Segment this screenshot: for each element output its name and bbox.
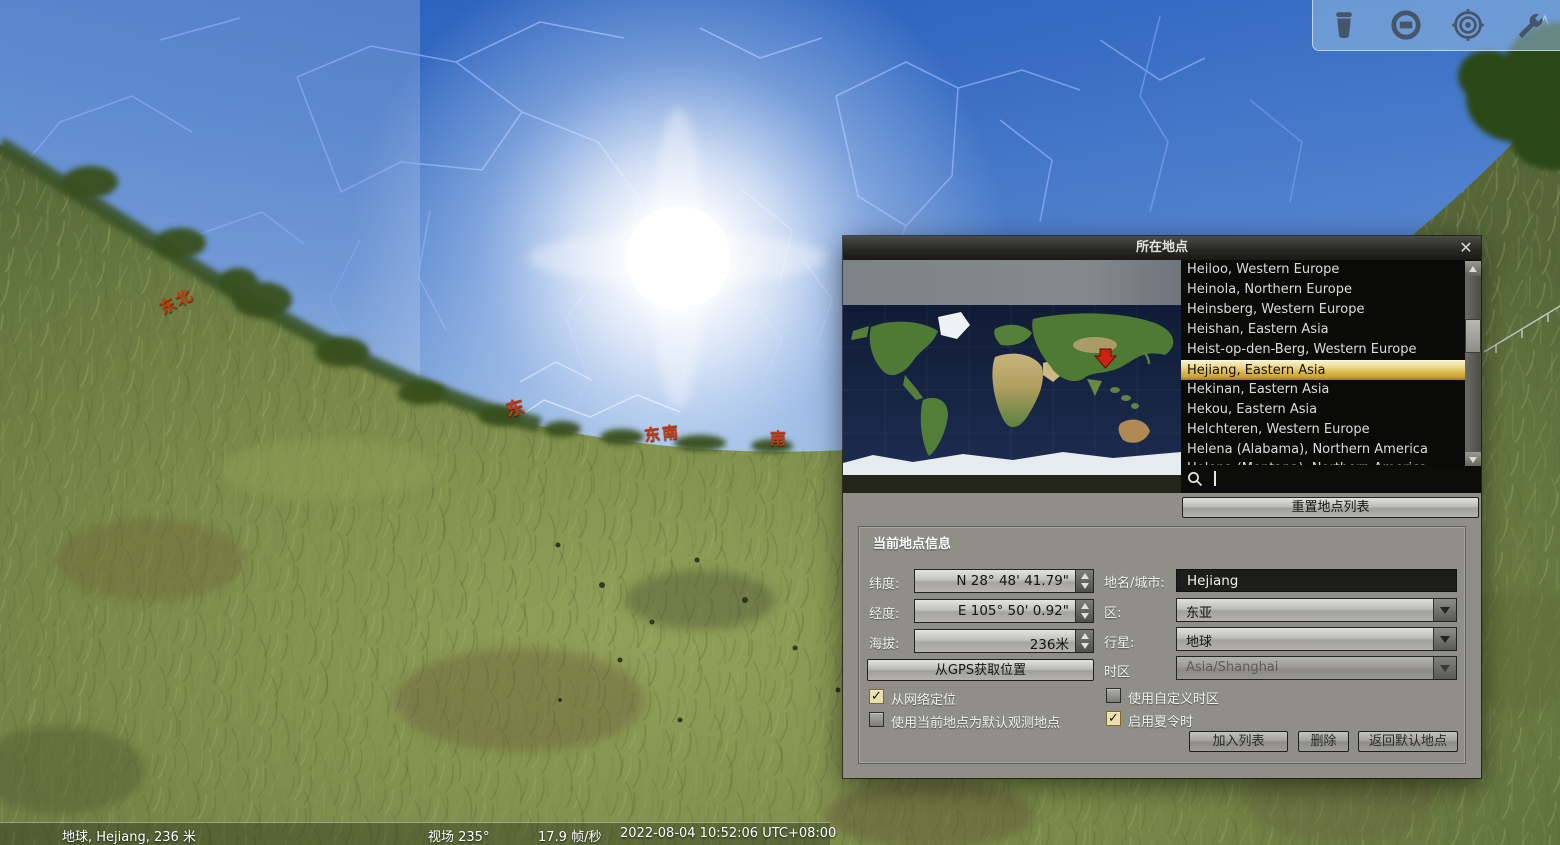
altitude-spinner[interactable]: 236米 bbox=[914, 629, 1094, 653]
default-location-checkbox[interactable] bbox=[869, 712, 884, 727]
default-location-label: 使用当前地点为默认观测地点 bbox=[891, 712, 1060, 731]
gps-button[interactable]: 从GPS获取位置 bbox=[867, 659, 1094, 681]
list-item[interactable]: Heist-op-den-Berg, Western Europe bbox=[1181, 340, 1465, 360]
planet-combo[interactable]: 地球 bbox=[1176, 627, 1457, 651]
list-item-partial[interactable]: Helena (Montana), Northern America bbox=[1181, 460, 1465, 465]
planet-label: 行星: bbox=[1104, 632, 1134, 651]
list-item[interactable]: Hekou, Eastern Asia bbox=[1181, 400, 1465, 420]
wrench-icon[interactable] bbox=[1513, 8, 1547, 42]
dst-label: 启用夏令时 bbox=[1128, 711, 1193, 730]
map-lower-filler bbox=[843, 475, 1181, 493]
status-bar: 地球, Hejiang, 236 米 视场 235° 17.9 帧/秒 2022… bbox=[0, 822, 830, 845]
latitude-spinner[interactable]: N 28° 48' 41.79" bbox=[914, 569, 1094, 593]
city-name-input[interactable] bbox=[1176, 569, 1457, 592]
list-scrollbar[interactable] bbox=[1465, 261, 1481, 467]
status-datetime[interactable]: 2022-08-04 10:52:06 UTC+08:00 bbox=[620, 826, 836, 841]
bucket-icon[interactable] bbox=[1327, 8, 1361, 42]
scrollbar-thumb[interactable] bbox=[1465, 319, 1481, 353]
scroll-up-icon[interactable] bbox=[1465, 261, 1481, 276]
status-location[interactable]: 地球, Hejiang, 236 米 bbox=[62, 826, 196, 845]
list-item[interactable]: Helena (Alabama), Northern America bbox=[1181, 440, 1465, 460]
list-item[interactable]: Heiloo, Western Europe bbox=[1181, 260, 1465, 280]
stellarium-app: 东北 东 东南 南 bbox=[0, 0, 1560, 845]
custom-timezone-label: 使用自定义时区 bbox=[1128, 688, 1219, 707]
dialog-lower-area: 当前地点信息 纬度: N 28° 48' 41.79" 经度: E 105° 5… bbox=[843, 493, 1481, 778]
altitude-label: 海拔: bbox=[869, 633, 899, 652]
list-item[interactable]: Helchteren, Western Europe bbox=[1181, 420, 1465, 440]
group-title: 当前地点信息 bbox=[873, 533, 951, 552]
chevron-down-icon[interactable] bbox=[1433, 599, 1456, 621]
map-letterbox bbox=[843, 260, 1181, 305]
spinner-arrows-icon[interactable] bbox=[1075, 600, 1093, 622]
return-default-button[interactable]: 返回默认地点 bbox=[1358, 731, 1458, 752]
circle-slot-icon[interactable] bbox=[1389, 8, 1423, 42]
corner-toolbar bbox=[1312, 0, 1560, 51]
text-cursor bbox=[1214, 471, 1216, 486]
search-icon bbox=[1187, 471, 1204, 488]
delete-button[interactable]: 删除 bbox=[1298, 731, 1349, 752]
latitude-label: 纬度: bbox=[869, 573, 899, 592]
location-search[interactable] bbox=[1181, 466, 1481, 493]
add-to-list-button[interactable]: 加入列表 bbox=[1189, 731, 1288, 752]
location-list: Heiloo, Western EuropeHeinola, Northern … bbox=[1181, 260, 1481, 466]
network-locate-label: 从网络定位 bbox=[891, 689, 956, 708]
longitude-label: 经度: bbox=[869, 603, 899, 622]
world-map[interactable] bbox=[843, 305, 1181, 475]
target-icon[interactable] bbox=[1451, 8, 1485, 42]
list-item[interactable]: Heinsberg, Western Europe bbox=[1181, 300, 1465, 320]
region-label: 区: bbox=[1104, 602, 1121, 621]
chevron-down-icon[interactable] bbox=[1433, 628, 1456, 650]
dst-checkbox[interactable]: ✓ bbox=[1106, 711, 1121, 726]
list-item[interactable]: Hejiang, Eastern Asia bbox=[1181, 360, 1465, 380]
location-dialog: 所在地点 ✕ bbox=[843, 236, 1481, 778]
spinner-arrows-icon[interactable] bbox=[1075, 630, 1093, 652]
list-item[interactable]: Heinola, Northern Europe bbox=[1181, 280, 1465, 300]
dialog-upper-area: Heiloo, Western EuropeHeinola, Northern … bbox=[843, 260, 1481, 493]
custom-timezone-checkbox[interactable] bbox=[1106, 688, 1121, 703]
scroll-down-icon[interactable] bbox=[1465, 452, 1481, 467]
current-location-groupbox: 当前地点信息 纬度: N 28° 48' 41.79" 经度: E 105° 5… bbox=[858, 526, 1466, 764]
cardinal-southeast: 东南 bbox=[643, 418, 681, 446]
longitude-spinner[interactable]: E 105° 50' 0.92" bbox=[914, 599, 1094, 623]
cardinal-south: 南 bbox=[770, 425, 788, 449]
reset-list-button[interactable]: 重置地点列表 bbox=[1182, 497, 1479, 518]
spinner-arrows-icon[interactable] bbox=[1075, 570, 1093, 592]
chevron-down-icon bbox=[1433, 657, 1456, 679]
region-combo[interactable]: 东亚 bbox=[1176, 598, 1457, 622]
status-fps[interactable]: 17.9 帧/秒 bbox=[538, 826, 601, 845]
close-icon[interactable]: ✕ bbox=[1456, 238, 1476, 258]
list-item[interactable]: Hekinan, Eastern Asia bbox=[1181, 380, 1465, 400]
status-fov[interactable]: 视场 235° bbox=[428, 826, 489, 845]
timezone-combo: Asia/Shanghai bbox=[1176, 656, 1457, 680]
list-item[interactable]: Heishan, Eastern Asia bbox=[1181, 320, 1465, 340]
network-locate-checkbox[interactable]: ✓ bbox=[869, 689, 884, 704]
dialog-title: 所在地点 bbox=[843, 236, 1481, 260]
timezone-label: 时区 bbox=[1104, 661, 1130, 680]
city-name-label: 地名/城市: bbox=[1104, 572, 1165, 591]
